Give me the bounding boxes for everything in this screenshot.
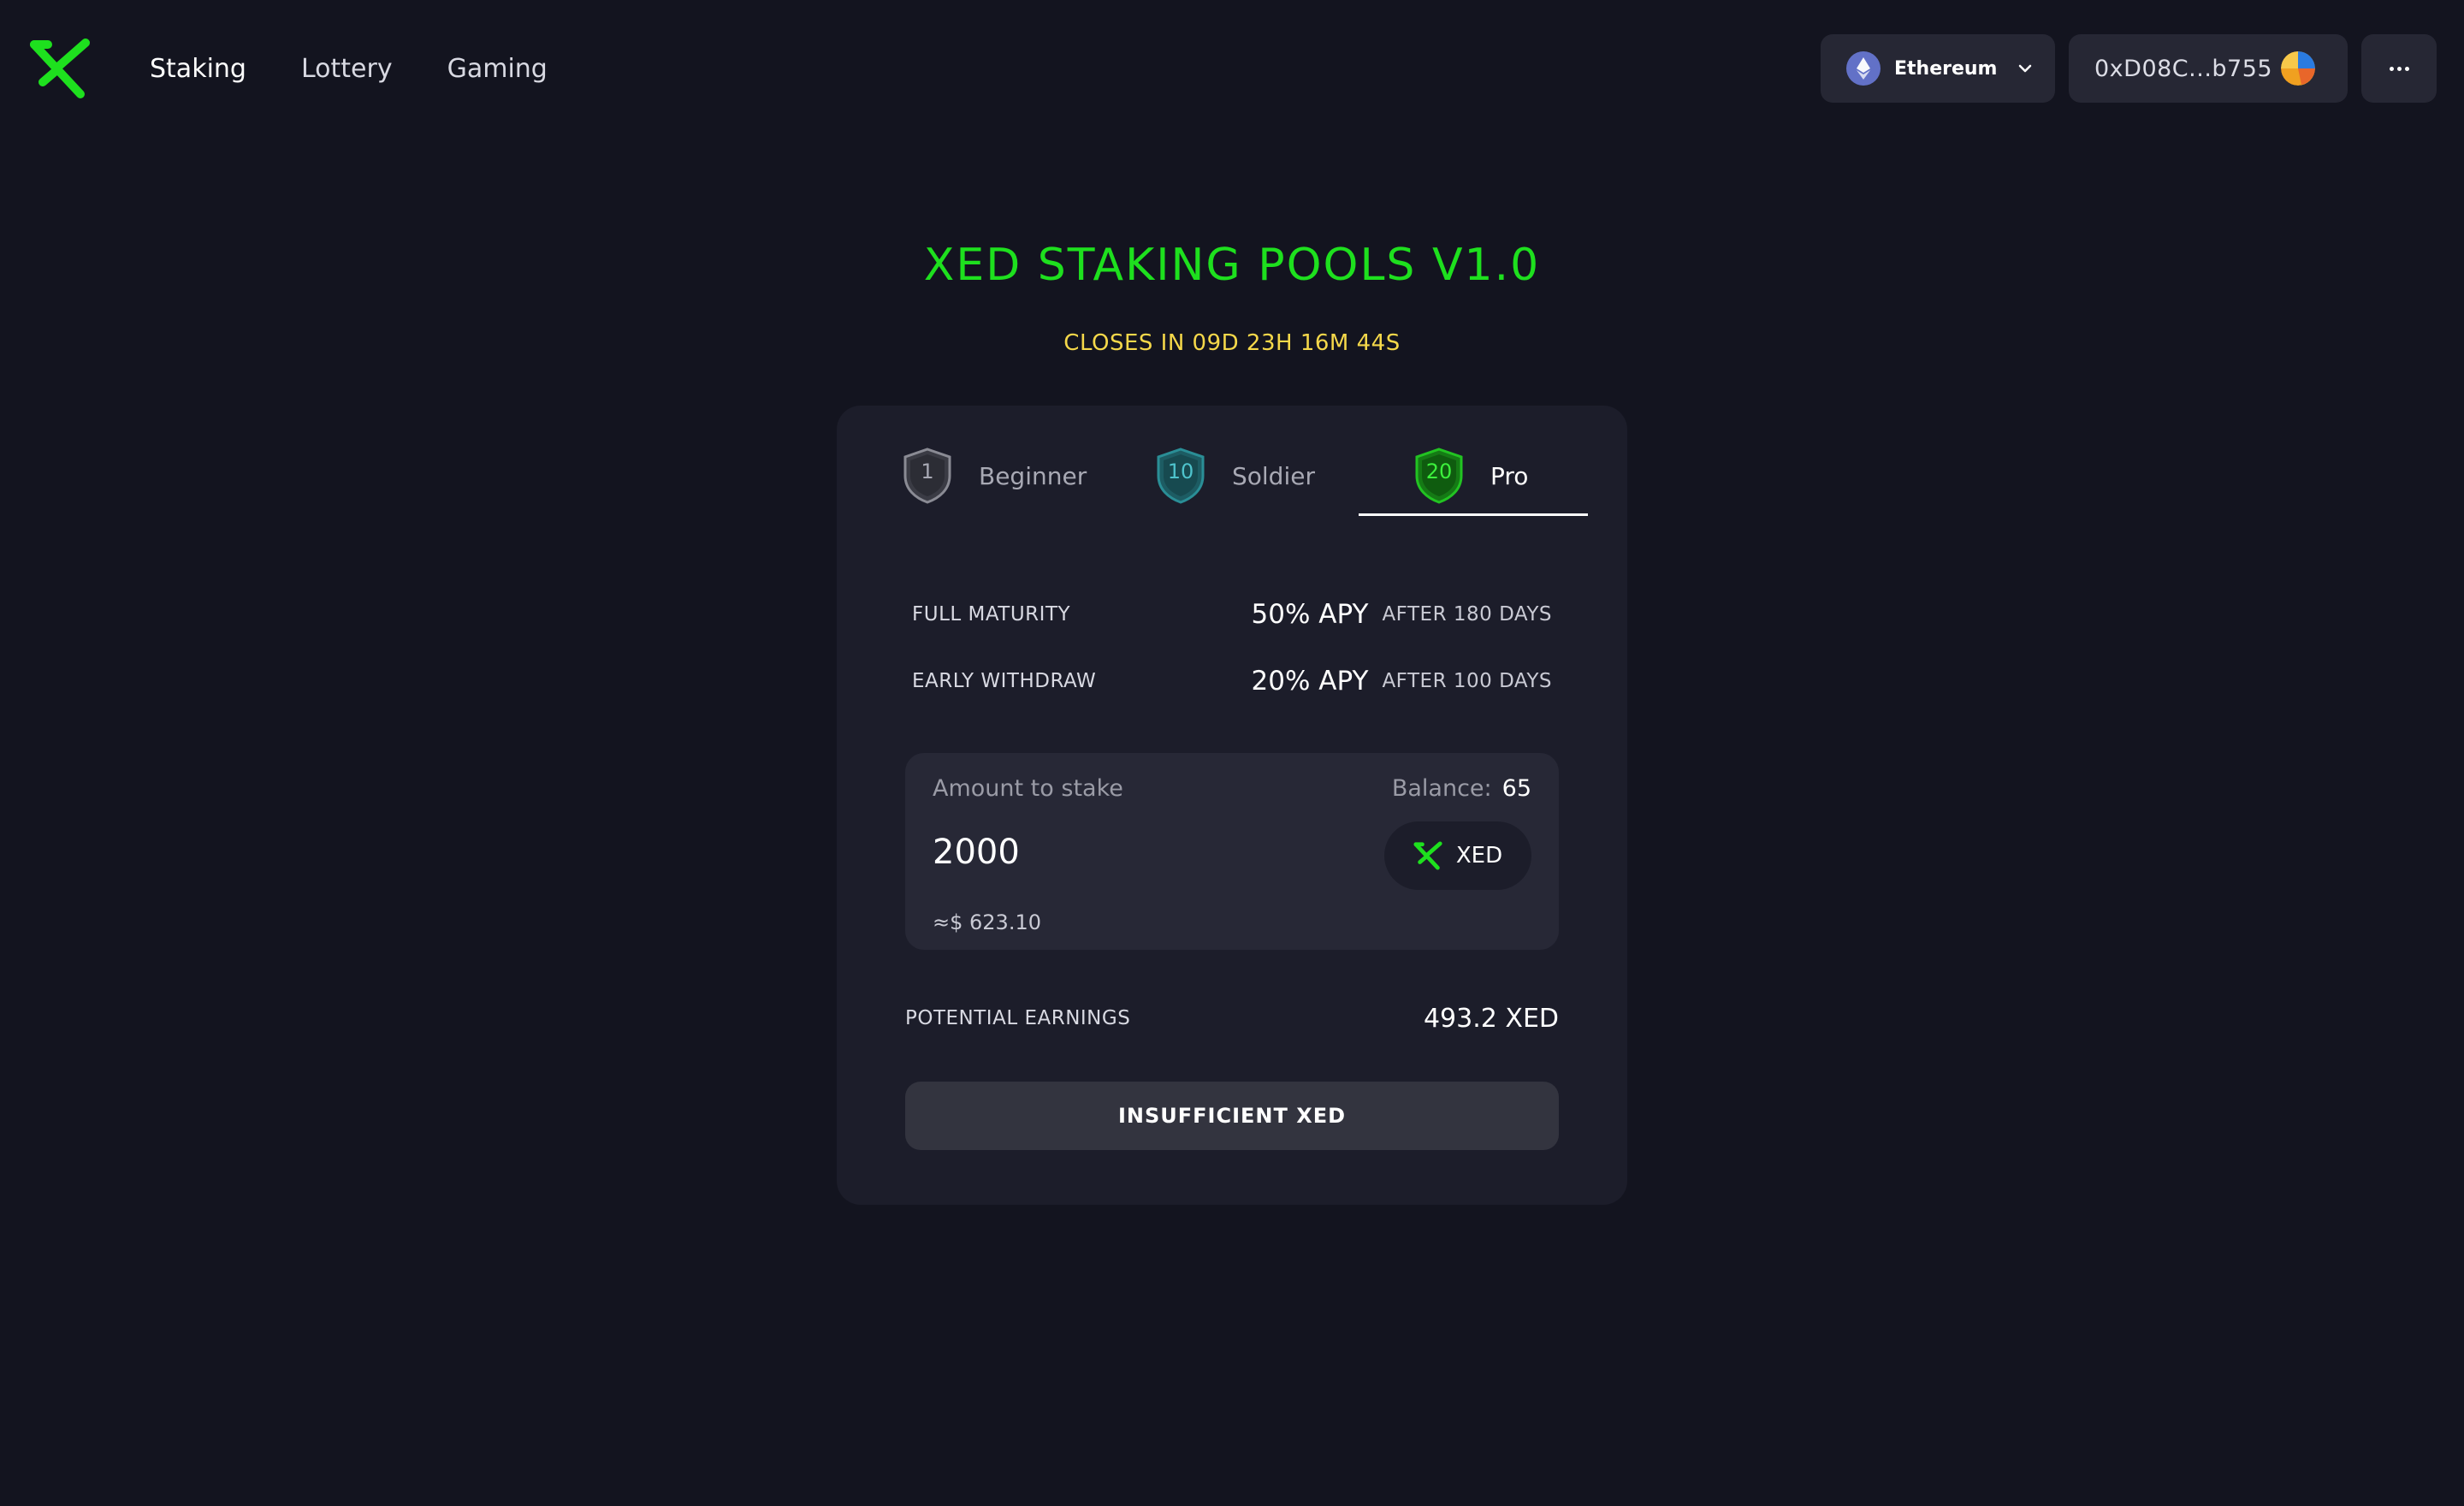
xed-logo-icon[interactable] xyxy=(29,38,94,99)
potential-earnings: POTENTIAL EARNINGS 493.2 XED xyxy=(905,999,1559,1037)
more-icon xyxy=(2389,66,2409,71)
network-label: Ethereum xyxy=(1894,57,1998,80)
active-tab-indicator xyxy=(1359,513,1588,516)
tab-label: Beginner xyxy=(979,461,1087,490)
tab-label: Pro xyxy=(1490,461,1529,490)
page-title: XED STAKING POOLS V1.0 xyxy=(923,240,1541,291)
svg-text:1: 1 xyxy=(921,460,933,483)
stake-amount-box: Amount to stake Balance: 65 XED ≈$ 623.10 xyxy=(905,753,1559,950)
ethereum-icon xyxy=(1846,51,1881,86)
svg-text:10: 10 xyxy=(1168,460,1194,483)
network-selector-button[interactable]: Ethereum xyxy=(1821,34,2055,103)
balance-label: Balance: xyxy=(1391,775,1492,802)
tab-beginner[interactable]: 1 Beginner xyxy=(902,442,1087,510)
svg-text:20: 20 xyxy=(1426,460,1453,483)
stake-amount-input[interactable] xyxy=(933,827,1309,878)
tab-soldier[interactable]: 10 Soldier xyxy=(1155,442,1315,510)
main-nav: Staking Lottery Gaming xyxy=(150,46,548,91)
rate-apy: 20% APY xyxy=(1251,666,1369,697)
countdown-timer: CLOSES IN 09D 23H 16M 44S xyxy=(1063,330,1401,356)
more-button[interactable] xyxy=(2361,34,2437,103)
stake-submit-button[interactable]: INSUFFICIENT XED xyxy=(905,1082,1559,1150)
shield-20-icon: 20 xyxy=(1415,448,1463,504)
top-bar: Staking Lottery Gaming Ethereum 0xD08C..… xyxy=(0,0,2464,137)
pool-tabs: 1 Beginner 10 Soldier 20 Pro xyxy=(837,406,1627,517)
rate-after: AFTER 180 DAYS xyxy=(1382,603,1552,626)
token-name: XED xyxy=(1455,843,1503,869)
balance: Balance: 65 xyxy=(1392,775,1531,802)
rate-label: FULL MATURITY xyxy=(912,603,1071,626)
shield-10-icon: 10 xyxy=(1157,448,1205,504)
earnings-label: POTENTIAL EARNINGS xyxy=(905,1007,1131,1029)
rate-row-full-maturity: FULL MATURITY 50% APY AFTER 180 DAYS xyxy=(912,596,1552,633)
usd-value: ≈$ 623.10 xyxy=(933,910,1041,934)
rate-apy: 50% APY xyxy=(1251,599,1369,630)
rate-label: EARLY WITHDRAW xyxy=(912,670,1097,692)
nav-gaming[interactable]: Gaming xyxy=(447,54,548,84)
chevron-down-icon xyxy=(2019,64,2032,73)
rate-after: AFTER 100 DAYS xyxy=(1382,670,1552,692)
wallet-address: 0xD08C...b755 xyxy=(2094,55,2273,82)
rate-row-early-withdraw: EARLY WITHDRAW 20% APY AFTER 100 DAYS xyxy=(912,662,1552,700)
earnings-value: 493.2 XED xyxy=(1423,1003,1559,1034)
xed-token-icon xyxy=(1413,841,1442,870)
staking-card: 1 Beginner 10 Soldier 20 Pro FULL MATURI… xyxy=(837,406,1627,1205)
wallet-button[interactable]: 0xD08C...b755 xyxy=(2069,34,2348,103)
nav-lottery[interactable]: Lottery xyxy=(301,54,393,84)
shield-1-icon: 1 xyxy=(903,448,951,504)
stake-label: Amount to stake xyxy=(933,775,1123,802)
balance-value: 65 xyxy=(1502,775,1531,802)
wallet-avatar-icon xyxy=(2281,51,2315,86)
nav-staking[interactable]: Staking xyxy=(150,54,246,84)
tab-pro[interactable]: 20 Pro xyxy=(1413,442,1528,510)
token-selector[interactable]: XED xyxy=(1384,821,1531,890)
tab-label: Soldier xyxy=(1232,461,1315,490)
